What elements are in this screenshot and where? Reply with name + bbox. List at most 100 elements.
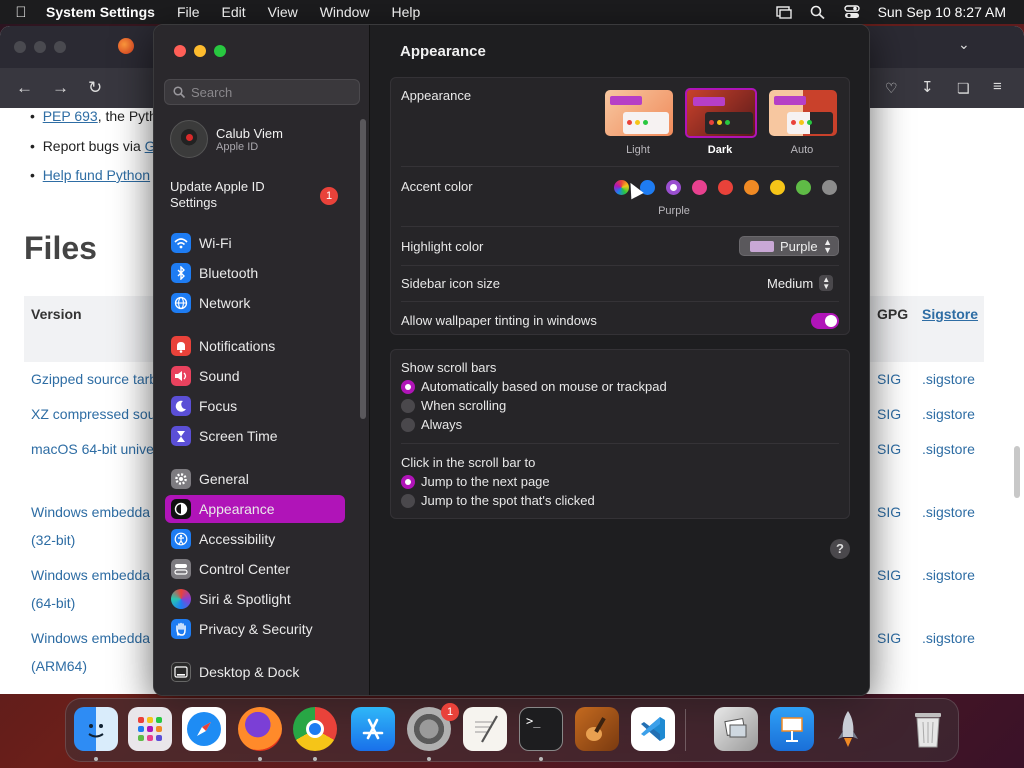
app-store-icon[interactable] [351, 707, 395, 751]
pep-link[interactable]: PEP 693 [43, 108, 98, 124]
click-option-next-page[interactable]: Jump to the next page [401, 474, 550, 489]
sidebar-item-screen-time[interactable]: Screen Time [165, 422, 345, 450]
radio-button[interactable] [401, 398, 415, 413]
sidebar-item-wifi[interactable]: Wi-Fi [165, 229, 345, 257]
firefox-icon[interactable] [238, 707, 282, 751]
zoom-button[interactable] [214, 45, 226, 57]
hamburger-menu-icon[interactable]: ≡ [993, 78, 1002, 95]
spotlight-search-icon[interactable] [810, 5, 826, 20]
sigstore-link[interactable]: .sigstore [922, 371, 975, 387]
gpg-sig-link[interactable]: SIG [877, 504, 901, 520]
sidebar-item-accessibility[interactable]: Accessibility [165, 525, 345, 553]
menu-file[interactable]: File [177, 4, 200, 20]
radio-button[interactable] [401, 417, 415, 432]
sigstore-link[interactable]: .sigstore [922, 441, 975, 457]
gpg-sig-link[interactable]: SIG [877, 567, 901, 583]
accent-purple-swatch[interactable] [666, 180, 681, 195]
sidebar-item-privacy-security[interactable]: Privacy & Security [165, 615, 345, 643]
file-row-name[interactable]: Windows embedda [31, 504, 150, 520]
sidebar-scrollbar[interactable] [360, 119, 366, 419]
close-button[interactable] [174, 45, 186, 57]
radio-button[interactable] [401, 493, 415, 508]
file-row-sub[interactable]: (64-bit) [31, 595, 75, 611]
apple-menu-icon[interactable]:  [10, 4, 32, 21]
forward-icon[interactable]: → [52, 78, 69, 98]
highlight-color-popup[interactable]: Purple ▲ ▼ [739, 236, 839, 256]
reload-icon[interactable]: ↻ [88, 78, 102, 98]
help-fund-link[interactable]: Help fund Python [43, 167, 150, 183]
garageband-icon[interactable] [575, 707, 619, 751]
gpg-sig-link[interactable]: SIG [877, 406, 901, 422]
accent-yellow-swatch[interactable] [770, 180, 785, 195]
sidebar-item-control-center[interactable]: Control Center [165, 555, 345, 583]
firefox-tab-icon[interactable] [118, 38, 134, 54]
accent-green-swatch[interactable] [796, 180, 811, 195]
sigstore-link[interactable]: .sigstore [922, 630, 975, 646]
sidebar-icon-size-popup[interactable]: Medium ▲ ▼ [767, 273, 839, 293]
rocket-icon[interactable] [826, 707, 870, 751]
update-apple-id-settings[interactable]: Update Apple ID Settings [170, 179, 290, 211]
click-option-spot-clicked[interactable]: Jump to the spot that's clicked [401, 493, 595, 508]
file-row-sub[interactable]: (32-bit) [31, 532, 75, 548]
apple-id-profile[interactable]: Calub Viem Apple ID [170, 119, 350, 159]
search-field[interactable] [164, 79, 360, 105]
file-row-name[interactable]: Gzipped source tarb [31, 371, 157, 387]
sigstore-column-header[interactable]: Sigstore [922, 306, 978, 322]
launchpad-icon[interactable] [128, 707, 172, 751]
browser-minimize-dot[interactable] [34, 41, 46, 53]
menu-help[interactable]: Help [392, 4, 421, 20]
tab-list-chevron-icon[interactable]: ⌄ [958, 36, 970, 53]
pocket-icon[interactable]: ♡ [885, 80, 898, 97]
scroll-option-when-scrolling[interactable]: When scrolling [401, 398, 506, 413]
control-center-toggle-icon[interactable] [843, 5, 860, 19]
file-row-name[interactable]: Windows embedda [31, 630, 150, 646]
terminal-icon[interactable]: >_ [519, 707, 563, 751]
gpg-sig-link[interactable]: SIG [877, 441, 901, 457]
file-row-name[interactable]: macOS 64-bit unive [31, 441, 154, 457]
chrome-icon[interactable] [293, 707, 337, 751]
file-row-name[interactable]: XZ compressed sou [31, 406, 156, 422]
file-row-sub[interactable]: (ARM64) [31, 658, 87, 674]
sidebar-item-notifications[interactable]: Notifications [165, 332, 345, 360]
screen-mirroring-icon[interactable] [775, 5, 792, 19]
search-input[interactable] [191, 84, 351, 100]
trash-icon[interactable] [906, 707, 950, 751]
download-icon[interactable]: ↧ [921, 78, 934, 96]
light-mode-thumbnail[interactable] [605, 90, 673, 136]
menu-app-name[interactable]: System Settings [46, 4, 155, 20]
menu-edit[interactable]: Edit [222, 4, 246, 20]
browser-zoom-dot[interactable] [54, 41, 66, 53]
file-row-name[interactable]: Windows embedda [31, 567, 150, 583]
sidebar-item-network[interactable]: Network [165, 289, 345, 317]
accent-orange-swatch[interactable] [744, 180, 759, 195]
wallpaper-tinting-toggle[interactable] [811, 313, 839, 329]
browser-close-dot[interactable] [14, 41, 26, 53]
accent-graphite-swatch[interactable] [822, 180, 837, 195]
sidebar-item-bluetooth[interactable]: Bluetooth [165, 259, 345, 287]
minimize-button[interactable] [194, 45, 206, 57]
dark-mode-thumbnail[interactable] [685, 88, 757, 138]
menu-view[interactable]: View [268, 4, 298, 20]
radio-button[interactable] [401, 474, 415, 489]
sidebar-item-sound[interactable]: Sound [165, 362, 345, 390]
preview-icon[interactable] [714, 707, 758, 751]
safari-icon[interactable] [182, 707, 226, 751]
sidebar-item-desktop-dock[interactable]: Desktop & Dock [165, 658, 345, 686]
auto-mode-thumbnail[interactable] [769, 90, 837, 136]
sidebar-item-focus[interactable]: Focus [165, 392, 345, 420]
menu-window[interactable]: Window [320, 4, 370, 20]
radio-button[interactable] [401, 379, 415, 394]
sigstore-link[interactable]: .sigstore [922, 406, 975, 422]
sigstore-link[interactable]: .sigstore [922, 567, 975, 583]
back-icon[interactable]: ← [16, 78, 33, 98]
menu-bar-clock[interactable]: Sun Sep 10 8:27 AM [878, 4, 1006, 20]
scroll-option-always[interactable]: Always [401, 417, 462, 432]
gpg-sig-link[interactable]: SIG [877, 630, 901, 646]
help-button[interactable]: ? [830, 539, 850, 559]
sigstore-link[interactable]: .sigstore [922, 504, 975, 520]
vscode-icon[interactable] [631, 707, 675, 751]
accent-pink-swatch[interactable] [692, 180, 707, 195]
accent-red-swatch[interactable] [718, 180, 733, 195]
gpg-sig-link[interactable]: SIG [877, 371, 901, 387]
textedit-icon[interactable] [463, 707, 507, 751]
